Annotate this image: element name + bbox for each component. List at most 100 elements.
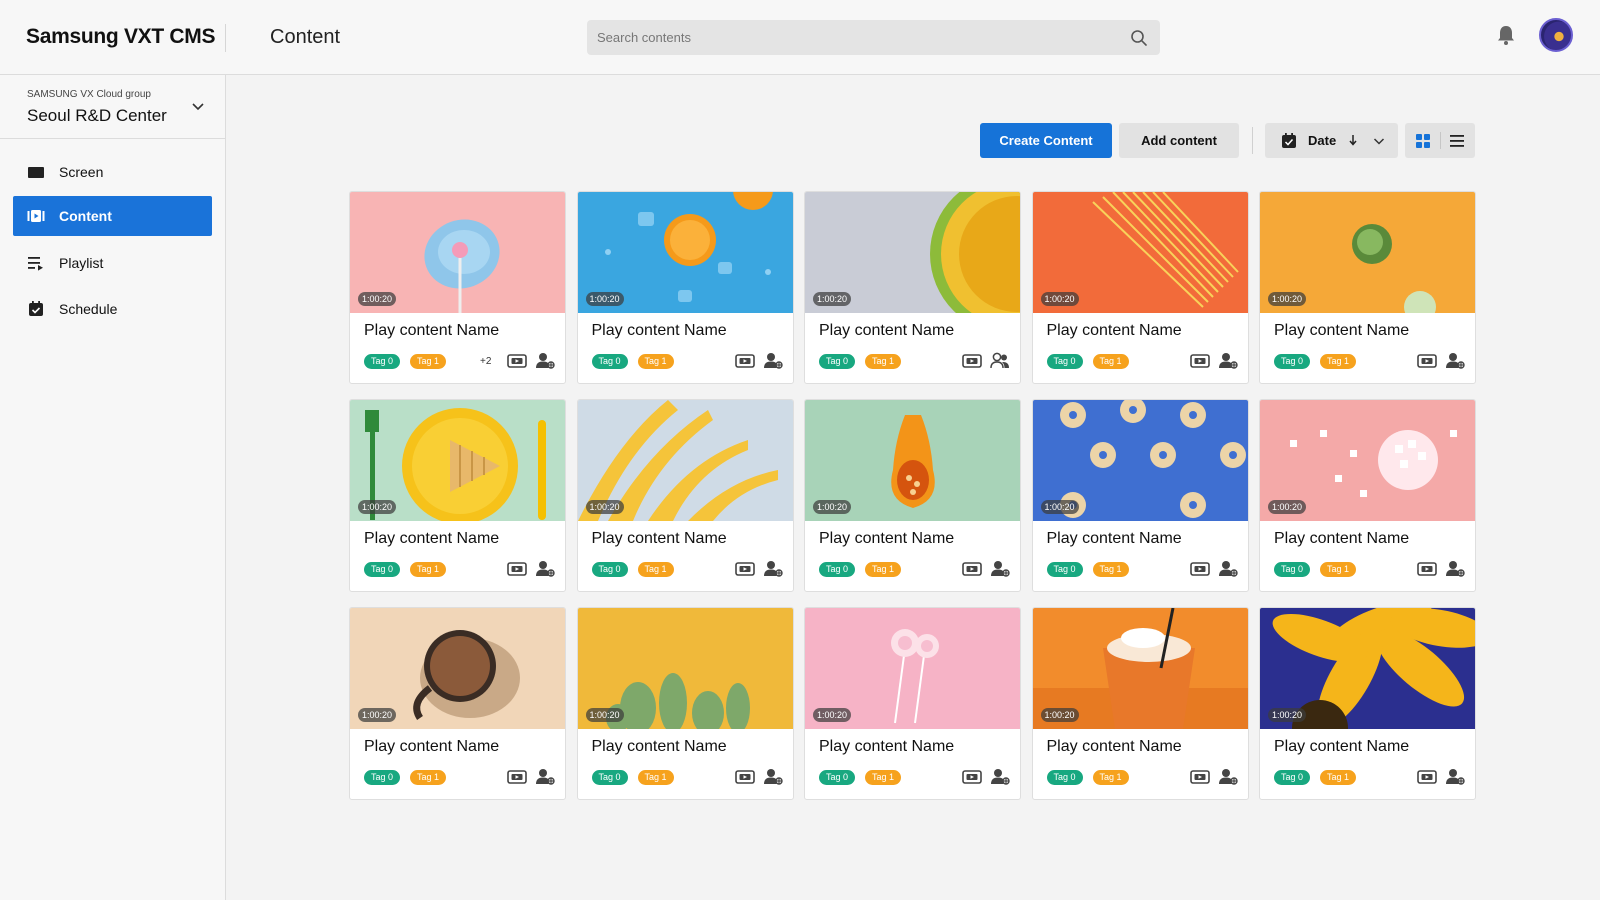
user-add-icon[interactable]	[1445, 768, 1465, 786]
screen-icon[interactable]	[1189, 769, 1210, 785]
user-group-icon[interactable]	[990, 352, 1010, 370]
screen-icon[interactable]	[962, 561, 982, 577]
content-title: Play content Name	[1046, 322, 1182, 339]
divider	[1440, 132, 1441, 149]
app-brand[interactable]: Samsung VXT CMS	[26, 25, 216, 49]
content-card[interactable]: 1:00:20 Play content Name Tag 0 Tag 1	[1031, 399, 1249, 592]
user-add-icon[interactable]	[990, 768, 1010, 786]
screen-icon[interactable]	[1189, 353, 1210, 369]
user-add-icon[interactable]	[535, 560, 555, 578]
duration-badge: 1:00:20	[1268, 500, 1307, 514]
screen-icon[interactable]	[1417, 561, 1437, 577]
content-title: Play content Name	[819, 530, 955, 547]
tag-badge: Tag 0	[364, 562, 401, 577]
content-card[interactable]: 1:00:20 Play content Name Tag 0 Tag 1	[576, 399, 794, 592]
duration-badge: 1:00:20	[1040, 500, 1079, 514]
sidebar: SAMSUNG VX Cloud group Seoul R&D Center …	[0, 75, 226, 900]
create-content-button[interactable]: Create Content	[980, 123, 1112, 158]
tag-badge: Tag 1	[865, 354, 902, 369]
tag-badge: Tag 1	[1092, 562, 1129, 577]
content-title: Play content Name	[1274, 530, 1410, 547]
screen-icon[interactable]	[1417, 353, 1437, 369]
list-view-icon[interactable]	[1449, 133, 1465, 149]
bell-icon[interactable]	[1495, 24, 1517, 46]
top-bar: Samsung VXT CMS Content	[0, 0, 1600, 75]
sidebar-item-screen[interactable]: Screen	[13, 152, 212, 192]
content-card[interactable]: 1:00:20 Play content Name Tag 0 Tag 1	[1259, 191, 1476, 384]
search-input[interactable]	[597, 20, 1097, 55]
sidebar-item-schedule[interactable]: Schedule	[13, 289, 212, 329]
screen-icon[interactable]	[734, 561, 755, 577]
content-card[interactable]: 1:00:20 Play content Name Tag 0 Tag 1	[1031, 191, 1249, 384]
user-add-icon[interactable]	[1445, 560, 1465, 578]
user-add-icon[interactable]	[990, 560, 1010, 578]
sidebar-item-label: Screen	[59, 164, 104, 180]
user-add-icon[interactable]	[1445, 352, 1465, 370]
tag-badge: Tag 0	[1274, 562, 1311, 577]
screen-icon[interactable]	[1189, 561, 1210, 577]
content-title: Play content Name	[364, 738, 500, 755]
content-title: Play content Name	[819, 322, 955, 339]
duration-badge: 1:00:20	[358, 708, 397, 722]
tag-badge: Tag 1	[637, 770, 674, 785]
tag-badge: Tag 0	[591, 562, 628, 577]
screen-icon[interactable]	[962, 769, 982, 785]
tag-badge: Tag 0	[364, 354, 401, 369]
view-toggle	[1405, 123, 1475, 158]
duration-badge: 1:00:20	[585, 708, 624, 722]
duration-badge: 1:00:20	[358, 292, 397, 306]
tag-badge: Tag 1	[637, 562, 674, 577]
screen-icon[interactable]	[962, 353, 982, 369]
screen-icon[interactable]	[507, 769, 527, 785]
user-add-icon[interactable]	[763, 352, 783, 370]
content-card[interactable]: 1:00:20 Play content Name Tag 0 Tag 1	[349, 607, 566, 800]
tag-badge: Tag 0	[364, 770, 401, 785]
content-card[interactable]: 1:00:20 Play content Name Tag 0 Tag 1	[349, 399, 566, 592]
content-card[interactable]: 1:00:20 Play content Name Tag 0 Tag 1	[804, 191, 1021, 384]
chevron-down-icon	[1373, 138, 1385, 145]
user-add-icon[interactable]	[763, 560, 783, 578]
tag-badge: Tag 0	[591, 770, 628, 785]
content-title: Play content Name	[1274, 738, 1410, 755]
sidebar-item-playlist[interactable]: Playlist	[13, 243, 212, 283]
sidebar-item-label: Playlist	[59, 255, 104, 271]
screen-icon[interactable]	[507, 561, 527, 577]
chevron-down-icon[interactable]	[191, 99, 205, 113]
user-add-icon[interactable]	[535, 352, 555, 370]
screen-icon[interactable]	[734, 769, 755, 785]
content-card[interactable]: 1:00:20 Play content Name Tag 0 Tag 1	[804, 607, 1021, 800]
content-card[interactable]: 1:00:20 Play content Name Tag 0 Tag 1 +2	[349, 191, 566, 384]
content-card[interactable]: 1:00:20 Play content Name Tag 0 Tag 1	[1259, 399, 1476, 592]
content-card[interactable]: 1:00:20 Play content Name Tag 0 Tag 1	[1259, 607, 1476, 800]
divider	[1252, 127, 1253, 154]
content-card[interactable]: 1:00:20 Play content Name Tag 0 Tag 1	[804, 399, 1021, 592]
screen-icon[interactable]	[507, 353, 527, 369]
more-tags-count: +2	[480, 356, 492, 367]
sidebar-item-content[interactable]: Content	[13, 196, 212, 236]
user-add-icon[interactable]	[763, 768, 783, 786]
search-icon[interactable]	[1130, 29, 1148, 47]
user-add-icon[interactable]	[535, 768, 555, 786]
add-content-button[interactable]: Add content	[1119, 123, 1239, 158]
duration-badge: 1:00:20	[1268, 708, 1307, 722]
duration-badge: 1:00:20	[585, 292, 624, 306]
user-add-icon[interactable]	[1218, 352, 1238, 370]
avatar[interactable]	[1539, 18, 1573, 52]
content-title: Play content Name	[1046, 530, 1182, 547]
group-selector[interactable]: SAMSUNG VX Cloud group Seoul R&D Center	[0, 75, 225, 139]
user-add-icon[interactable]	[1218, 560, 1238, 578]
tag-badge: Tag 0	[1046, 562, 1083, 577]
tag-badge: Tag 1	[1320, 562, 1357, 577]
grid-view-icon[interactable]	[1415, 133, 1431, 149]
duration-badge: 1:00:20	[813, 708, 852, 722]
screen-icon[interactable]	[734, 353, 755, 369]
sort-dropdown[interactable]: Date	[1265, 123, 1398, 158]
content-card[interactable]: 1:00:20 Play content Name Tag 0 Tag 1	[576, 191, 794, 384]
screen-icon[interactable]	[1417, 769, 1437, 785]
content-card[interactable]: 1:00:20 Play content Name Tag 0 Tag 1	[576, 607, 794, 800]
divider	[225, 24, 226, 52]
content-card[interactable]: 1:00:20 Play content Name Tag 0 Tag 1	[1031, 607, 1249, 800]
user-add-icon[interactable]	[1218, 768, 1238, 786]
tag-badge: Tag 0	[1274, 770, 1311, 785]
tag-badge: Tag 1	[865, 770, 902, 785]
